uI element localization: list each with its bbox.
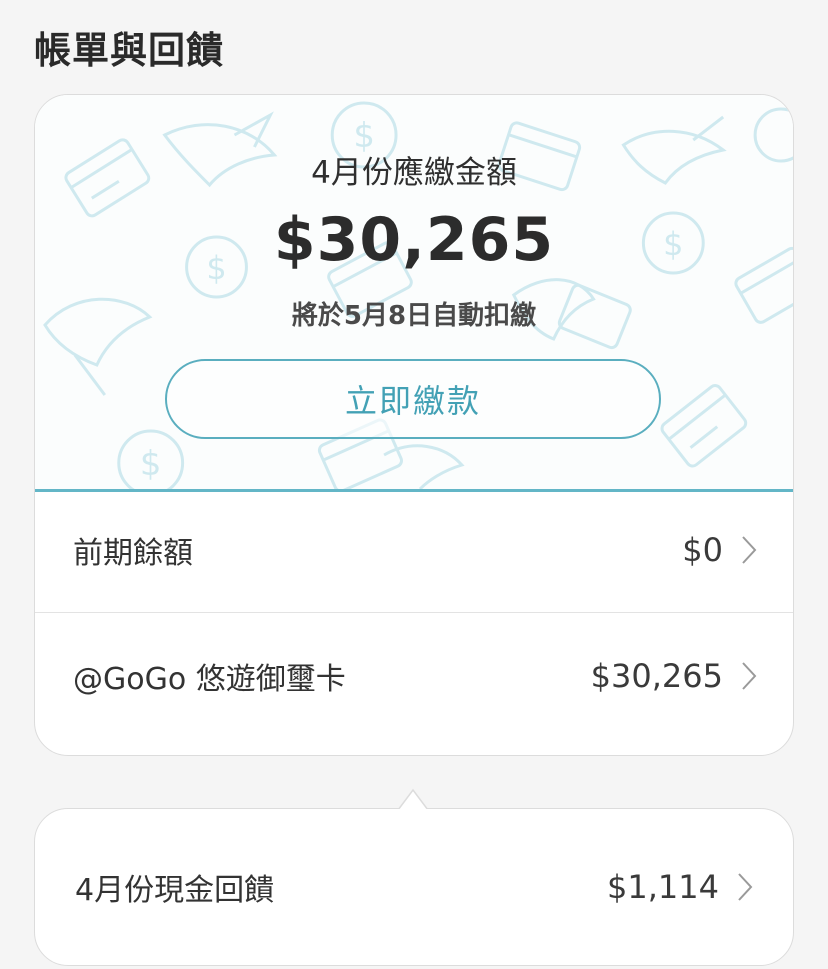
bill-summary-card: $ $ $ $ 4月份應繳金額 $30,265 將於5月8日自動扣繳 立即繳款 … (34, 94, 794, 756)
card-charges-row[interactable]: @GoGo 悠遊御璽卡 $30,265 (35, 613, 793, 739)
callout-pointer (398, 788, 428, 818)
page-title: 帳單與回饋 (34, 29, 224, 72)
svg-text:$: $ (140, 444, 162, 484)
chevron-right-icon (742, 662, 757, 690)
previous-balance-value: $0 (682, 530, 723, 569)
bill-amount: $30,265 (273, 205, 555, 275)
cashback-card: 4月份現金回饋 $1,114 (34, 808, 794, 966)
credit-card-icon (660, 384, 748, 468)
chevron-right-icon (742, 535, 757, 564)
pay-now-button[interactable]: 立即繳款 (165, 359, 661, 439)
bill-hero: $ $ $ $ 4月份應繳金額 $30,265 將於5月8日自動扣繳 立即繳款 (35, 95, 793, 492)
cashback-row[interactable]: 4月份現金回饋 $1,114 (35, 809, 793, 965)
chevron-right-icon (738, 873, 753, 901)
cashback-value: $1,114 (607, 868, 719, 906)
card-charges-value: $30,265 (590, 657, 723, 695)
cashback-label: 4月份現金回饋 (75, 873, 275, 908)
card-name-label: @GoGo 悠遊御璽卡 (73, 662, 346, 697)
previous-balance-row[interactable]: 前期餘額 $0 (35, 487, 793, 613)
bill-month-label: 4月份應繳金額 (311, 155, 517, 191)
previous-balance-label: 前期餘額 (73, 535, 193, 571)
dollar-coin-icon: $ (117, 429, 185, 489)
auto-debit-note: 將於5月8日自動扣繳 (291, 301, 537, 331)
